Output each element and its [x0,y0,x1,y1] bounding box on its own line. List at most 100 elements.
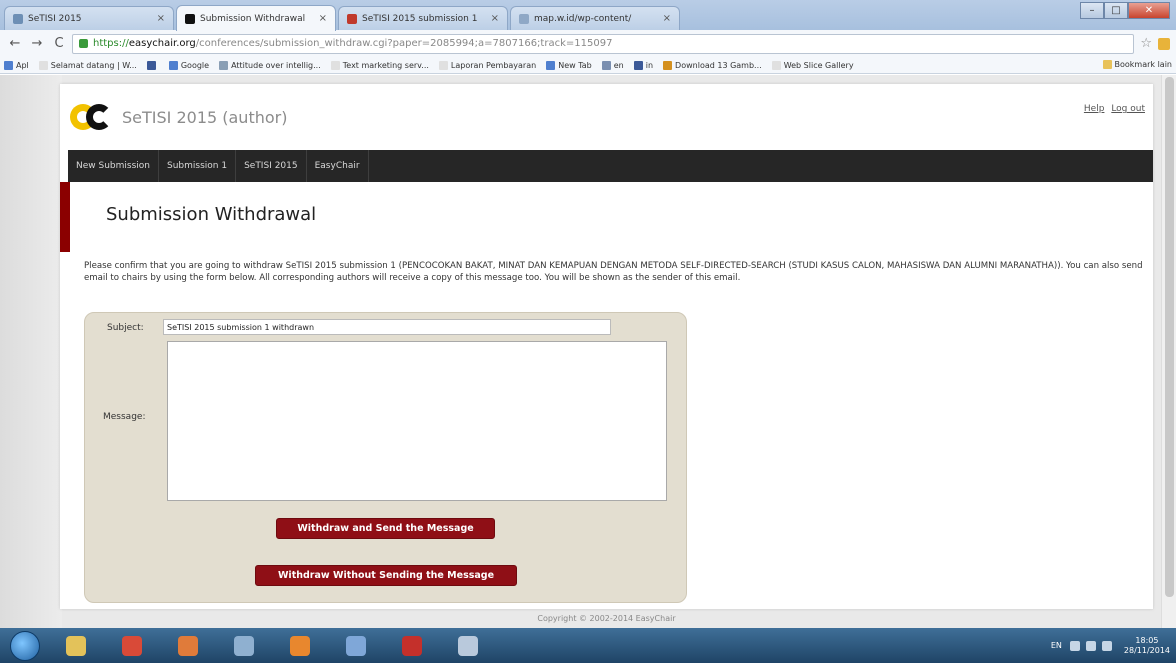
scrollbar-thumb[interactable] [1165,77,1174,597]
bookmark-label: Text marketing serv... [342,60,429,70]
volume-icon[interactable] [1085,640,1096,651]
subject-label: Subject: [107,323,144,333]
bookmark-label: Web Slice Gallery [783,60,854,70]
page-scrollbar[interactable] [1161,75,1176,628]
bookmark-favicon-icon [330,60,340,70]
bookmark-item[interactable]: Apl [4,60,29,70]
tab-submission-withdrawal[interactable]: Submission Withdrawal × [176,5,336,31]
close-icon[interactable]: × [319,13,327,24]
taskbar-calculator-icon[interactable] [446,631,490,661]
withdraw-without-sending-button[interactable]: Withdraw Without Sending the Message [255,565,517,586]
network-icon[interactable] [1069,640,1080,651]
close-icon[interactable]: × [157,13,165,24]
message-textarea[interactable] [167,341,667,501]
bookmark-item[interactable]: in [633,60,653,70]
easychair-logo-icon [70,102,116,132]
bookmark-item[interactable]: Selamat datang | W... [38,60,137,70]
bookmark-item[interactable]: Web Slice Gallery [771,60,854,70]
taskbar-media-icon[interactable] [166,631,210,661]
page-title: Submission Withdrawal [106,204,317,225]
message-label: Message: [103,412,146,422]
window-close-icon[interactable]: ✕ [1128,2,1170,19]
main-menu: New Submission Submission 1 SeTISI 2015 … [68,150,1153,182]
address-bar[interactable]: https:// easychair.org /conferences/subm… [72,33,1135,54]
top-links: Help Log out [1080,104,1145,114]
lock-icon [79,39,88,48]
tab-favicon-icon [185,13,195,24]
tab-gmail[interactable]: SeTISI 2015 submission 1 × [338,6,508,30]
conference-role-title: SeTISI 2015 (author) [122,107,288,127]
taskbar-acrobat-icon[interactable] [390,631,434,661]
tab-strip: SeTISI 2015 × Submission Withdrawal × Se… [0,0,1176,31]
bookmark-favicon-icon [168,60,178,70]
close-icon[interactable]: × [491,13,499,24]
window-controls: – □ ✕ [1080,2,1170,19]
url-host: easychair.org [128,38,196,49]
taskbar-tools-icon[interactable] [222,631,266,661]
bookmark-label: Laporan Pembayaran [450,60,537,70]
bookmark-favicon-icon [146,60,156,70]
maximize-icon[interactable]: □ [1104,2,1128,19]
menu-setisi-2015[interactable]: SeTISI 2015 [236,150,307,182]
bookmark-item[interactable]: Text marketing serv... [330,60,429,70]
withdraw-and-send-button[interactable]: Withdraw and Send the Message [276,518,495,539]
minimize-icon[interactable]: – [1080,2,1104,19]
taskbar-explorer-icon[interactable] [54,631,98,661]
browser-toolbar: ← → C https:// easychair.org /conference… [0,30,1176,57]
logout-link[interactable]: Log out [1111,104,1145,114]
bookmark-favicon-icon [438,60,448,70]
bookmark-item[interactable]: New Tab [546,60,592,70]
tab-setisi[interactable]: SeTISI 2015 × [4,6,174,30]
bookmark-item[interactable]: Download 13 Gamb... [663,60,762,70]
clock-time: 18:05 [1135,635,1159,645]
bookmark-label: Selamat datang | W... [50,60,137,70]
bookmark-label: Attitude over intellig... [231,60,321,70]
tab-label: SeTISI 2015 [28,13,82,24]
bookmark-label: en [613,60,624,70]
url-scheme: https:// [93,38,129,49]
tab-favicon-icon [519,13,529,24]
menu-submission-1[interactable]: Submission 1 [159,150,237,182]
clock[interactable]: 18:05 28/11/2014 [1124,636,1170,656]
taskbar: EN 18:05 28/11/2014 [0,628,1176,663]
taskbar-firefox-icon[interactable] [278,631,322,661]
content-card: SeTISI 2015 (author) Help Log out New Su… [60,84,1153,609]
withdraw-form: Subject: Message: Withdraw and Send the … [84,312,687,603]
bookmark-star-icon[interactable]: ☆ [1140,36,1152,51]
back-icon[interactable]: ← [6,35,24,53]
bookmark-favicon-icon [771,60,781,70]
page-viewport: SeTISI 2015 (author) Help Log out New Su… [0,75,1176,628]
bookmark-label: New Tab [558,60,592,70]
bookmark-item[interactable]: Attitude over intellig... [219,60,321,70]
bookmark-item[interactable]: Google [168,60,209,70]
bookmark-favicon-icon [38,60,48,70]
clock-date: 28/11/2014 [1123,645,1170,655]
other-bookmarks[interactable]: Bookmark lain [1102,60,1172,69]
extension-icon[interactable] [1158,37,1170,50]
tab-label: map.w.id/wp-content/ [534,13,632,24]
close-icon[interactable]: × [663,13,671,24]
subject-input[interactable] [163,319,611,335]
menu-new-submission[interactable]: New Submission [68,150,159,182]
bookmark-favicon-icon [663,60,673,70]
forward-icon[interactable]: → [28,35,46,53]
help-link[interactable]: Help [1084,104,1105,114]
bookmark-item[interactable]: Laporan Pembayaran [438,60,537,70]
bookmark-label: Apl [16,60,29,70]
taskbar-chrome-icon[interactable] [110,631,154,661]
bookmark-item[interactable] [146,60,159,70]
bookmark-favicon-icon [4,60,13,70]
bookmark-item[interactable]: en [601,60,624,70]
bookmark-favicon-icon [546,60,556,70]
taskbar-network-icon[interactable] [334,631,378,661]
site-logo[interactable]: SeTISI 2015 (author) [70,102,287,132]
copyright-footer: Copyright © 2002-2014 EasyChair [537,614,676,623]
menu-easychair[interactable]: EasyChair [307,150,369,182]
language-indicator[interactable]: EN [1051,641,1062,650]
flag-icon[interactable] [1101,640,1112,651]
reload-icon[interactable]: C [50,35,68,53]
tab-label: SeTISI 2015 submission 1 [362,13,478,24]
page-title-bar: Submission Withdrawal [60,182,1153,252]
tab-map[interactable]: map.w.id/wp-content/ × [510,6,680,30]
start-button[interactable] [10,630,40,661]
